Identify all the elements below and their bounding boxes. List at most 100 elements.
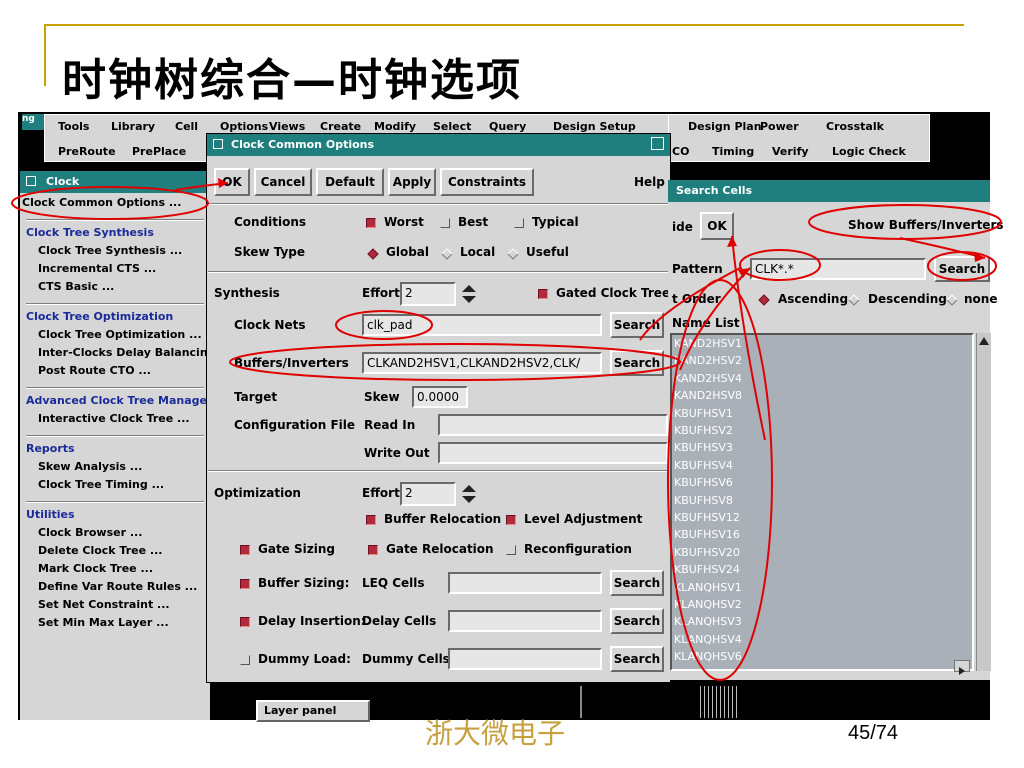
menu-item-clock-common-options[interactable]: Clock Common Options ...	[22, 196, 181, 209]
menu-preplace[interactable]: PrePlace	[132, 145, 186, 158]
menu-design-plan[interactable]: Design Plan	[688, 120, 762, 133]
buffer-relocation-checkbox[interactable]	[366, 515, 376, 525]
menu-item-set-min-max-layer[interactable]: Set Min Max Layer ...	[38, 616, 169, 629]
dummy-cells-field[interactable]	[448, 648, 602, 670]
menu-views[interactable]: Views	[269, 120, 305, 133]
cell-list-item[interactable]: KLANQHSV1	[674, 581, 742, 594]
cell-list-item[interactable]: KLANQHSV4	[674, 633, 742, 646]
menu-item-clock-tree-optimization[interactable]: Clock Tree Optimization ...	[38, 328, 202, 341]
constraints-button[interactable]: Constraints	[440, 168, 534, 196]
cell-list-item[interactable]: KLANQHSV2	[674, 598, 742, 611]
cell-list-item[interactable]: KLANQHSV3	[674, 615, 742, 628]
scroll-right-icon[interactable]	[954, 660, 970, 675]
leq-cells-search-button[interactable]: Search	[610, 570, 664, 596]
cell-list-item[interactable]: KAND2HSV1	[674, 337, 742, 350]
synthesis-effort-spinner[interactable]	[460, 283, 478, 305]
pattern-field[interactable]: CLK*.*	[750, 258, 926, 280]
cell-list-item[interactable]: KBUFHSV20	[674, 546, 740, 559]
leq-cells-field[interactable]	[448, 572, 602, 594]
menu-verify[interactable]: Verify	[772, 145, 809, 158]
write-out-field[interactable]	[438, 442, 668, 464]
menu-item-clock-browser[interactable]: Clock Browser ...	[38, 526, 142, 539]
pattern-search-button[interactable]: Search	[934, 256, 990, 282]
apply-button[interactable]: Apply	[388, 168, 436, 196]
cell-list-item[interactable]: KAND2HSV8	[674, 389, 742, 402]
menu-modify[interactable]: Modify	[374, 120, 416, 133]
menu-design-setup[interactable]: Design Setup	[553, 120, 636, 133]
layer-panel-button[interactable]: Layer panel	[256, 700, 370, 722]
menu-item-delete-clock-tree[interactable]: Delete Clock Tree ...	[38, 544, 162, 557]
cell-list-item[interactable]: KBUFHSV2	[674, 424, 733, 437]
typical-checkbox[interactable]	[514, 218, 524, 228]
menu-co[interactable]: CO	[672, 145, 689, 158]
cell-list-item[interactable]: KAND2HSV4	[674, 372, 742, 385]
cell-list-item[interactable]: KBUFHSV16	[674, 528, 740, 541]
clock-nets-search-button[interactable]: Search	[610, 312, 664, 338]
cell-list-scrollbar[interactable]	[976, 333, 991, 671]
skew-field[interactable]: 0.0000	[412, 386, 468, 408]
delay-cells-field[interactable]	[448, 610, 602, 632]
level-adjustment-checkbox[interactable]	[506, 515, 516, 525]
clock-nets-field[interactable]: clk_pad	[362, 314, 602, 336]
cell-list-item[interactable]: KLANQHSV6	[674, 650, 742, 663]
gated-clock-tree-checkbox[interactable]	[538, 289, 548, 299]
worst-checkbox[interactable]	[366, 218, 376, 228]
menu-logic-check[interactable]: Logic Check	[832, 145, 906, 158]
best-checkbox[interactable]	[440, 218, 450, 228]
hide-button[interactable]: ide	[672, 220, 693, 234]
menu-item-skew-analysis[interactable]: Skew Analysis ...	[38, 460, 142, 473]
menu-library[interactable]: Library	[111, 120, 155, 133]
default-button[interactable]: Default	[316, 168, 384, 196]
cell-list-item[interactable]: KBUFHSV6	[674, 476, 733, 489]
ok-button[interactable]: OK	[214, 168, 250, 196]
menu-item-interactive-clock-tree[interactable]: Interactive Clock Tree ...	[38, 412, 190, 425]
menu-item-incremental-cts[interactable]: Incremental CTS ...	[38, 262, 156, 275]
synthesis-effort-field[interactable]: 2	[400, 282, 456, 306]
menu-item-inter-clocks-delay-balancing[interactable]: Inter-Clocks Delay Balancing	[38, 346, 216, 359]
menu-item-clock-tree-synthesis[interactable]: Clock Tree Synthesis ...	[38, 244, 182, 257]
menu-item-define-var-route-rules[interactable]: Define Var Route Rules ...	[38, 580, 197, 593]
dummy-load-checkbox[interactable]	[240, 655, 250, 665]
gate-relocation-checkbox[interactable]	[368, 545, 378, 555]
menu-cell[interactable]: Cell	[175, 120, 198, 133]
menu-crosstalk[interactable]: Crosstalk	[826, 120, 884, 133]
cancel-button[interactable]: Cancel	[254, 168, 312, 196]
cell-list-item[interactable]: KBUFHSV24	[674, 563, 740, 576]
menu-create[interactable]: Create	[320, 120, 361, 133]
cell-list-item[interactable]: KBUFHSV8	[674, 494, 733, 507]
menu-query[interactable]: Query	[489, 120, 526, 133]
delay-insertion-checkbox[interactable]	[240, 617, 250, 627]
menu-item-post-route-cto[interactable]: Post Route CTO ...	[38, 364, 151, 377]
menu-tools[interactable]: Tools	[58, 120, 89, 133]
buffer-sizing-checkbox[interactable]	[240, 579, 250, 589]
menu-timing[interactable]: Timing	[712, 145, 754, 158]
gate-sizing-checkbox[interactable]	[240, 545, 250, 555]
buffers-inverters-field[interactable]: CLKAND2HSV1,CLKAND2HSV2,CLK/	[362, 352, 602, 374]
window-menu-icon[interactable]	[26, 176, 36, 186]
menu-item-set-net-constraint[interactable]: Set Net Constraint ...	[38, 598, 170, 611]
show-buffers-inverters-button[interactable]: Show Buffers/Inverters	[848, 218, 1004, 232]
cell-list-item[interactable]: KBUFHSV3	[674, 441, 733, 454]
cell-list-item[interactable]: KBUFHSV1	[674, 407, 733, 420]
reconfiguration-checkbox[interactable]	[506, 545, 516, 555]
cell-list-item[interactable]: KAND2HSV2	[674, 354, 742, 367]
optimization-effort-spinner[interactable]	[460, 483, 478, 505]
buffers-search-button[interactable]: Search	[610, 350, 664, 376]
read-in-field[interactable]	[438, 414, 668, 436]
help-button[interactable]: Help	[634, 175, 665, 189]
search-cells-ok-button[interactable]: OK	[700, 212, 734, 240]
scroll-up-icon[interactable]	[977, 334, 991, 348]
dummy-cells-search-button[interactable]: Search	[610, 646, 664, 672]
menu-power[interactable]: Power	[760, 120, 799, 133]
menu-item-cts-basic[interactable]: CTS Basic ...	[38, 280, 114, 293]
window-menu-icon[interactable]	[213, 139, 223, 149]
maximize-icon[interactable]	[651, 137, 664, 150]
menu-item-clock-tree-timing[interactable]: Clock Tree Timing ...	[38, 478, 164, 491]
cell-list-item[interactable]: KBUFHSV4	[674, 459, 733, 472]
menu-options[interactable]: Options	[220, 120, 268, 133]
optimization-effort-field[interactable]: 2	[400, 482, 456, 506]
delay-cells-search-button[interactable]: Search	[610, 608, 664, 634]
cell-list-item[interactable]: KBUFHSV12	[674, 511, 740, 524]
menu-item-mark-clock-tree[interactable]: Mark Clock Tree ...	[38, 562, 153, 575]
cell-name-list[interactable]: KAND2HSV1 KAND2HSV2 KAND2HSV4 KAND2HSV8 KBUF…	[670, 333, 974, 671]
